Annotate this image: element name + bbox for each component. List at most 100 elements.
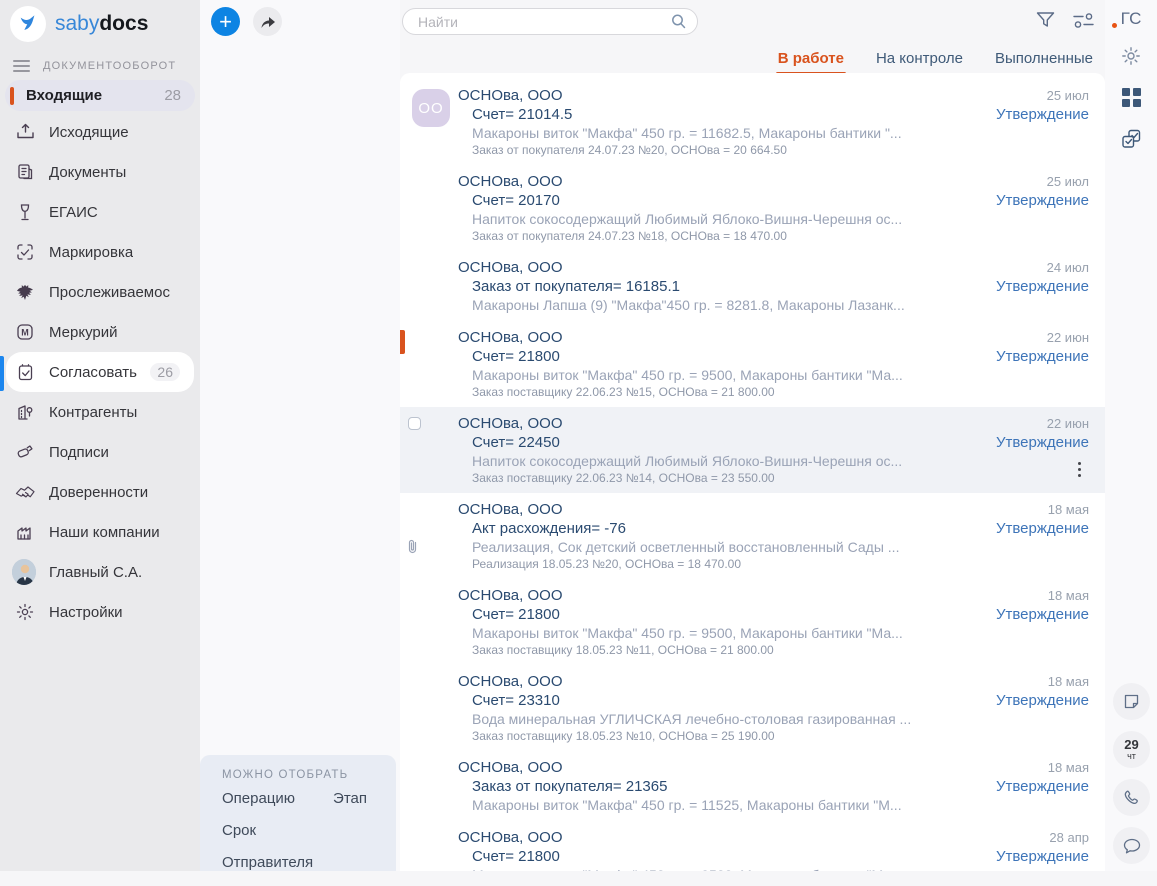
notes-button[interactable] [1113,683,1150,720]
sidebar-item-outbox[interactable]: Исходящие [0,112,200,152]
sidebar-item-settings[interactable]: Настройки [0,592,200,632]
filter-option-deadline[interactable]: Срок [222,822,256,839]
doc-number: Счет= 21014.5 [472,105,975,124]
company-avatar: ОО [412,89,450,127]
user-photo [14,559,36,585]
document-row[interactable]: ОСНОва, ООО Акт расхождения= -76 Реализа… [400,493,1105,579]
sidebar-item-traceability[interactable]: Прослеживаемос [0,272,200,312]
outbox-icon [14,123,36,141]
doc-status-link[interactable]: Утверждение [996,348,1089,365]
sidebar-item-marking[interactable]: Маркировка [0,232,200,272]
sidebar-item-egais[interactable]: ЕГАИС [0,192,200,232]
sidebar-item-signatures[interactable]: Подписи [0,432,200,472]
doc-status-link[interactable]: Утверждение [996,434,1089,451]
doc-status-link[interactable]: Утверждение [996,192,1089,209]
forward-button[interactable] [253,7,282,36]
document-row[interactable]: ОСНОва, ООО Счет= 21800 Макароны виток "… [400,579,1105,665]
tab-on-control[interactable]: На контроле [876,50,963,67]
attachment-icon [407,539,418,559]
chat-button[interactable] [1113,827,1150,864]
sidebar-item-profile[interactable]: Главный С.А. [0,552,200,592]
sidebar-item-our-companies[interactable]: Наши компании [0,512,200,552]
sidebar-item-label: Настройки [49,604,123,621]
doc-subinfo: Заказ от покупателя 24.07.23 №18, ОСНОва… [472,228,975,244]
document-list: ОО ОСНОва, ООО Счет= 21014.5 Макароны ви… [400,73,1105,871]
sidebar-item-documents[interactable]: Документы [0,152,200,192]
document-row[interactable]: ОСНОва, ООО Заказ от покупателя= 21365 М… [400,751,1105,821]
phone-button[interactable] [1113,779,1150,816]
app-logo[interactable]: sabydocs [0,0,200,44]
tab-in-progress[interactable]: В работе [778,50,844,67]
doc-description: Напиток сокосодержащий Любимый Яблоко-Ви… [472,452,975,470]
usb-key-icon [14,443,36,461]
folder-active-bar [10,87,14,105]
doc-date: 25 июл [1047,174,1089,189]
doc-status-link[interactable]: Утверждение [996,778,1089,795]
building-pin-icon [14,403,36,421]
document-row[interactable]: ОСНОва, ООО Счет= 21800 Макароны виток "… [400,321,1105,407]
sidebar-item-label: ЕГАИС [49,204,98,221]
filter-option-stage[interactable]: Этап [333,790,367,807]
add-button[interactable]: + [211,7,240,36]
view-settings-icon[interactable] [1073,13,1097,33]
settings-gear-icon[interactable] [1105,46,1157,66]
sidebar-item-label: Главный С.А. [49,564,142,581]
doc-description: Макароны виток "Макфа" 450 гр. = 9500, М… [472,366,975,384]
doc-status-link[interactable]: Утверждение [996,606,1089,623]
saby-bird-icon [10,6,46,42]
doc-description: Напиток сокосодержащий Любимый Яблоко-Ви… [472,210,975,228]
sidebar-item-approve[interactable]: Согласовать 26 [6,352,194,392]
document-row[interactable]: ОО ОСНОва, ООО Счет= 21014.5 Макароны ви… [400,79,1105,165]
apps-grid-icon[interactable] [1122,88,1141,107]
filter-funnel-icon[interactable] [1036,11,1055,34]
document-row[interactable]: ОСНОва, ООО Счет= 21800 Макароны виток "… [400,821,1105,871]
doc-date: 18 мая [1048,760,1089,775]
doc-status-link[interactable]: Утверждение [996,692,1089,709]
forward-arrow-icon [260,15,276,29]
folder-item-inbox[interactable]: Входящие 28 [5,80,195,111]
doc-subinfo: Заказ поставщику 18.05.23 №10, ОСНОва = … [472,728,975,744]
doc-subinfo: Заказ от покупателя 24.07.23 №20, ОСНОва… [472,142,975,158]
tasks-icon[interactable] [1105,128,1157,149]
doc-number: Акт расхождения= -76 [472,519,975,538]
row-menu-icon[interactable] [1078,462,1081,465]
document-row-hovered[interactable]: ОСНОва, ООО Счет= 22450 Напиток сокосоде… [400,407,1105,493]
doc-company: ОСНОва, ООО [458,672,975,691]
document-row[interactable]: ОСНОва, ООО Заказ от покупателя= 16185.1… [400,251,1105,321]
doc-status-link[interactable]: Утверждение [996,848,1089,865]
user-initials-badge[interactable]: ГС [1116,9,1146,29]
doc-company: ОСНОва, ООО [458,86,975,105]
calendar-button[interactable]: 29 чт [1113,731,1150,768]
doc-status-link[interactable]: Утверждение [996,520,1089,537]
doc-description: Макароны виток "Макфа" 450 гр. = 9500, М… [472,624,975,642]
doc-company: ОСНОва, ООО [458,172,975,191]
doc-date: 18 мая [1048,588,1089,603]
doc-number: Счет= 20170 [472,191,975,210]
document-row[interactable]: ОСНОва, ООО Счет= 20170 Напиток сокосоде… [400,165,1105,251]
filter-option-operation[interactable]: Операцию [222,790,295,807]
tab-completed[interactable]: Выполненные [995,50,1093,67]
sidebar-item-label: Контрагенты [49,404,137,421]
sidebar-item-powers-of-attorney[interactable]: Доверенности [0,472,200,512]
handshake-icon [14,485,36,500]
document-row[interactable]: ОСНОва, ООО Счет= 23310 Вода минеральная… [400,665,1105,751]
doc-subinfo: Заказ поставщику 18.05.23 №11, ОСНОва = … [472,642,975,658]
filter-option-sender[interactable]: Отправителя [222,854,313,871]
search-icon[interactable] [670,13,687,30]
doc-company: ОСНОва, ООО [458,586,975,605]
search-input[interactable] [416,13,670,31]
doc-date: 18 мая [1048,674,1089,689]
doc-company: ОСНОва, ООО [458,258,975,277]
calendar-weekday: чт [1127,751,1136,761]
doc-company: ОСНОва, ООО [458,414,975,433]
sidebar-item-counterparties[interactable]: Контрагенты [0,392,200,432]
doc-status-link[interactable]: Утверждение [996,278,1089,295]
doc-date: 25 июл [1047,88,1089,103]
doc-status-link[interactable]: Утверждение [996,106,1089,123]
doc-subinfo: Реализация 18.05.23 №20, ОСНОва = 18 470… [472,556,975,572]
sidebar-item-mercury[interactable]: M Меркурий [0,312,200,352]
company-icon [14,523,36,541]
doc-description: Макароны виток "Макфа" 450 гр. = 9500, М… [472,866,975,871]
row-checkbox[interactable] [408,417,421,430]
search-bar[interactable] [402,8,698,35]
